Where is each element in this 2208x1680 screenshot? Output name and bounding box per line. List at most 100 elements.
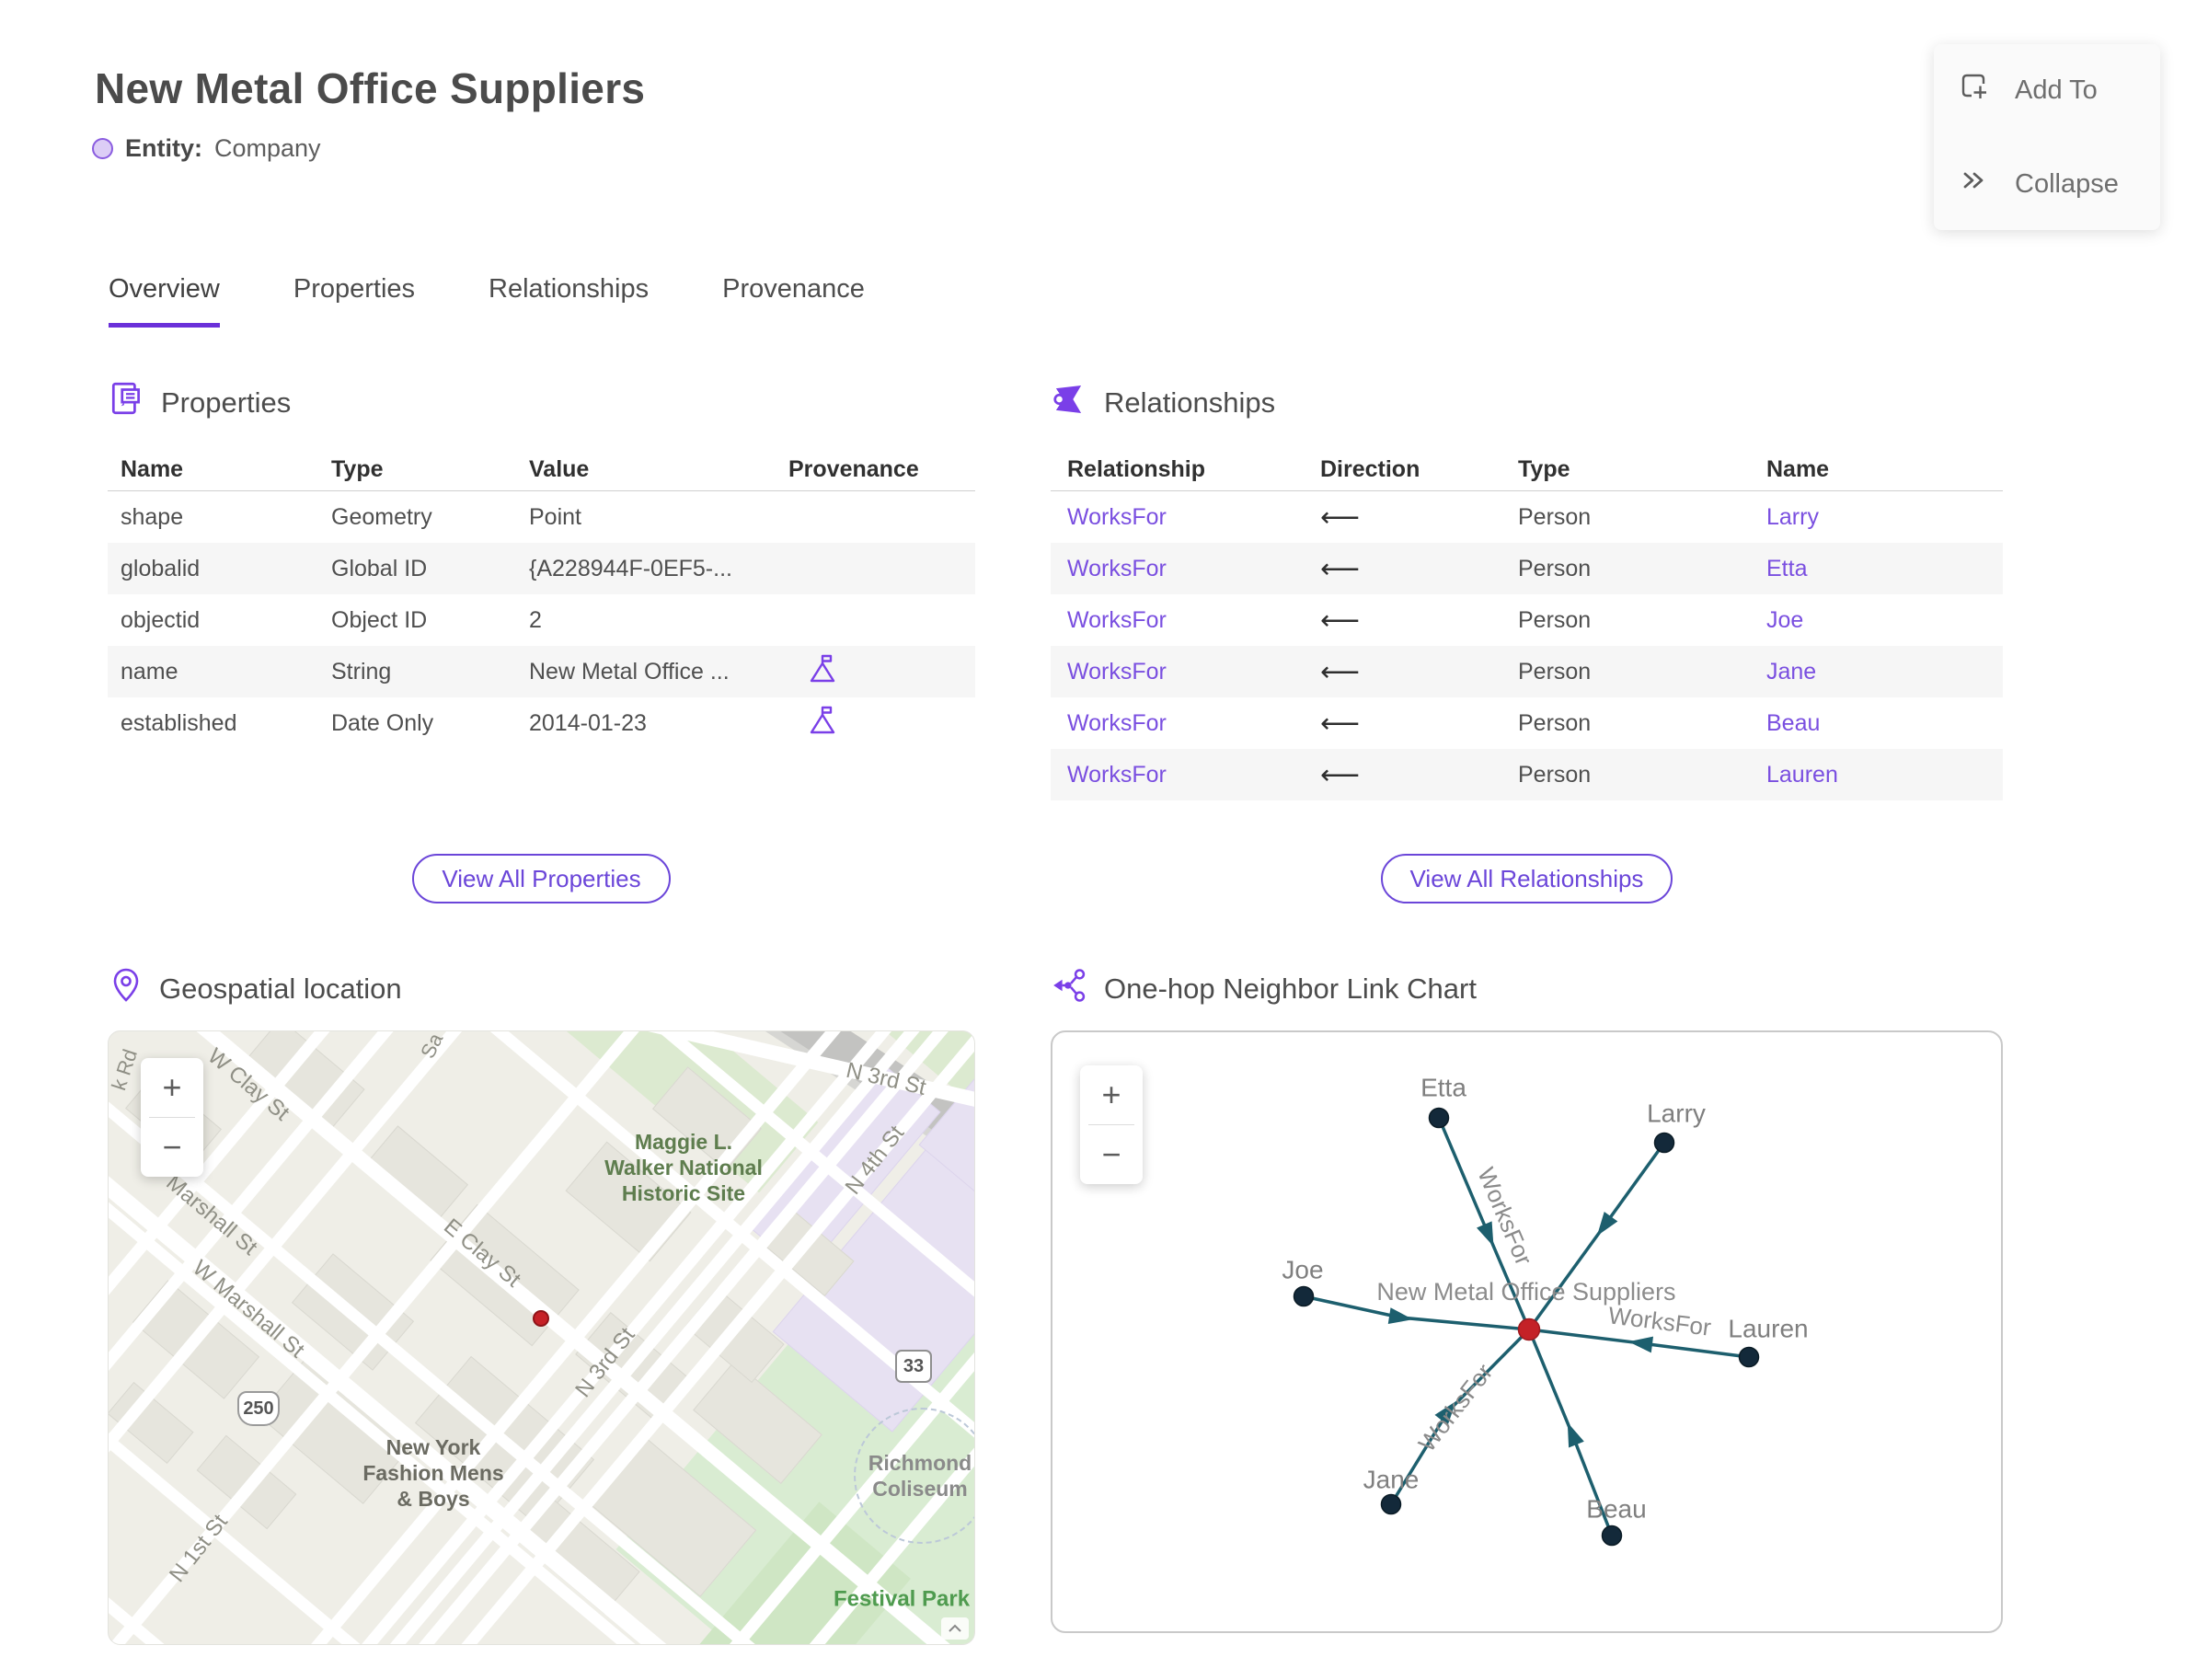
geospatial-section-title: Geospatial location <box>159 972 402 1005</box>
link-chart-section-title: One-hop Neighbor Link Chart <box>1104 972 1477 1005</box>
map-label: Maggie L. Walker National Historic Site <box>604 1129 763 1206</box>
tab-overview[interactable]: Overview <box>109 274 220 328</box>
direction-arrow-icon: ⟵ <box>1320 708 1361 739</box>
chevrons-right-icon <box>1958 164 1991 204</box>
relationship-link[interactable]: WorksFor <box>1051 607 1320 634</box>
provenance-flag-icon[interactable] <box>809 705 836 736</box>
svg-text:Beau: Beau <box>1586 1495 1646 1524</box>
relationship-row: WorksFor ⟵ Person Larry <box>1051 491 2003 543</box>
tab-properties[interactable]: Properties <box>293 274 415 328</box>
column-header: Value <box>529 456 590 482</box>
related-entity-link[interactable]: Lauren <box>1766 762 2003 788</box>
tab-relationships[interactable]: Relationships <box>489 274 649 328</box>
column-header: Name <box>1766 456 1830 482</box>
chart-zoom-in-button[interactable]: + <box>1080 1065 1143 1124</box>
property-value: 2014-01-23 <box>529 709 647 736</box>
property-value: Point <box>529 503 581 530</box>
column-header: Type <box>1518 456 1570 482</box>
map-label: Festival Park <box>833 1586 971 1612</box>
relationship-row: WorksFor ⟵ Person Joe <box>1051 594 2003 646</box>
relationship-link[interactable]: WorksFor <box>1051 659 1320 685</box>
property-type: Global ID <box>331 555 428 581</box>
map-label: Richmond Coliseum <box>868 1450 972 1501</box>
add-to-icon <box>1958 70 1991 110</box>
properties-section-title: Properties <box>161 386 292 419</box>
add-to-button[interactable]: Add To <box>1958 70 2136 110</box>
properties-row: established Date Only 2014-01-23 <box>108 697 975 749</box>
view-all-properties-button[interactable]: View All Properties <box>412 854 671 903</box>
properties-table-header: Name Type Value Provenance <box>108 449 975 491</box>
property-provenance-cell <box>787 705 975 742</box>
property-value: New Metal Office ... <box>529 658 730 685</box>
property-name: objectid <box>121 606 201 633</box>
related-entity-link[interactable]: Jane <box>1766 659 2003 685</box>
related-entity-link[interactable]: Etta <box>1766 556 2003 582</box>
entity-row: Entity: Company <box>92 134 321 163</box>
properties-row: objectid Object ID 2 <box>108 594 975 646</box>
related-entity-type: Person <box>1518 658 1592 685</box>
related-entity-link[interactable]: Larry <box>1766 504 2003 531</box>
collapse-label: Collapse <box>2015 168 2119 199</box>
view-all-relationships-button[interactable]: View All Relationships <box>1380 854 1673 903</box>
svg-text:WorksFor: WorksFor <box>1413 1358 1499 1456</box>
properties-row: globalid Global ID {A228944F-0EF5-... <box>108 543 975 594</box>
property-type: String <box>331 658 392 685</box>
properties-icon <box>108 380 146 426</box>
direction-arrow-icon: ⟵ <box>1320 759 1361 790</box>
svg-text:Lauren: Lauren <box>1728 1315 1808 1343</box>
svg-text:Etta: Etta <box>1420 1074 1466 1102</box>
map-zoom-control: + − <box>141 1058 203 1177</box>
link-chart-section-header: One-hop Neighbor Link Chart <box>1051 966 1477 1012</box>
collapse-button[interactable]: Collapse <box>1958 164 2136 204</box>
chart-zoom-out-button[interactable]: − <box>1080 1125 1143 1184</box>
geospatial-section-header: Geospatial location <box>108 966 402 1012</box>
map-pin-icon <box>108 966 144 1012</box>
property-type: Date Only <box>331 709 434 736</box>
properties-table: Name Type Value Provenance shape Geometry Poi… <box>108 449 975 749</box>
relationships-table: Relationship Direction Type Name WorksFor ⟵ P… <box>1051 449 2003 800</box>
provenance-flag-icon[interactable] <box>809 653 836 685</box>
svg-text:Larry: Larry <box>1647 1099 1706 1128</box>
column-header: Type <box>331 456 384 482</box>
relationship-link[interactable]: WorksFor <box>1051 762 1320 788</box>
property-name: shape <box>121 503 184 530</box>
direction-arrow-icon: ⟵ <box>1320 656 1361 687</box>
map-zoom-in-button[interactable]: + <box>141 1058 203 1117</box>
column-header: Provenance <box>788 456 919 482</box>
properties-row: name String New Metal Office ... <box>108 646 975 697</box>
property-value: {A228944F-0EF5-... <box>529 555 732 581</box>
map-marker[interactable] <box>533 1310 549 1327</box>
relationship-link[interactable]: WorksFor <box>1051 504 1320 531</box>
map-zoom-out-button[interactable]: − <box>141 1118 203 1177</box>
property-type: Object ID <box>331 606 428 633</box>
relationship-row: WorksFor ⟵ Person Jane <box>1051 646 2003 697</box>
map-attribution-toggle[interactable] <box>941 1617 969 1640</box>
link-chart-icon <box>1051 966 1089 1012</box>
direction-arrow-icon: ⟵ <box>1320 553 1361 584</box>
column-header: Name <box>121 456 184 482</box>
relationship-row: WorksFor ⟵ Person Beau <box>1051 697 2003 749</box>
relationships-table-header: Relationship Direction Type Name <box>1051 449 2003 491</box>
relationships-section-header: Relationships <box>1051 380 1275 426</box>
relationship-link[interactable]: WorksFor <box>1051 710 1320 737</box>
related-entity-type: Person <box>1518 761 1592 788</box>
relationship-link[interactable]: WorksFor <box>1051 556 1320 582</box>
map-label: New York Fashion Mens & Boys <box>362 1434 504 1512</box>
tab-bar: Overview Properties Relationships Provenanc… <box>109 274 865 328</box>
related-entity-type: Person <box>1518 606 1592 633</box>
properties-row: shape Geometry Point <box>108 491 975 543</box>
map-canvas[interactable]: k Rd W Clay St Sa Marshall St W Marshall St E… <box>108 1030 975 1645</box>
related-entity-link[interactable]: Beau <box>1766 710 2003 737</box>
link-chart-canvas[interactable]: WorksFor WorksFor WorksFor New Metal Office… <box>1051 1030 2003 1633</box>
tab-provenance[interactable]: Provenance <box>722 274 865 328</box>
relationship-row: WorksFor ⟵ Person Lauren <box>1051 749 2003 800</box>
entity-type-icon <box>92 138 113 159</box>
route-shield: 250 <box>237 1391 280 1426</box>
chart-zoom-control: + − <box>1080 1065 1143 1184</box>
related-entity-link[interactable]: Joe <box>1766 607 2003 634</box>
related-entity-type: Person <box>1518 709 1592 736</box>
property-value: 2 <box>529 606 542 633</box>
entity-label: Entity: <box>125 134 202 162</box>
property-provenance-cell <box>787 653 975 691</box>
property-name: globalid <box>121 555 201 581</box>
